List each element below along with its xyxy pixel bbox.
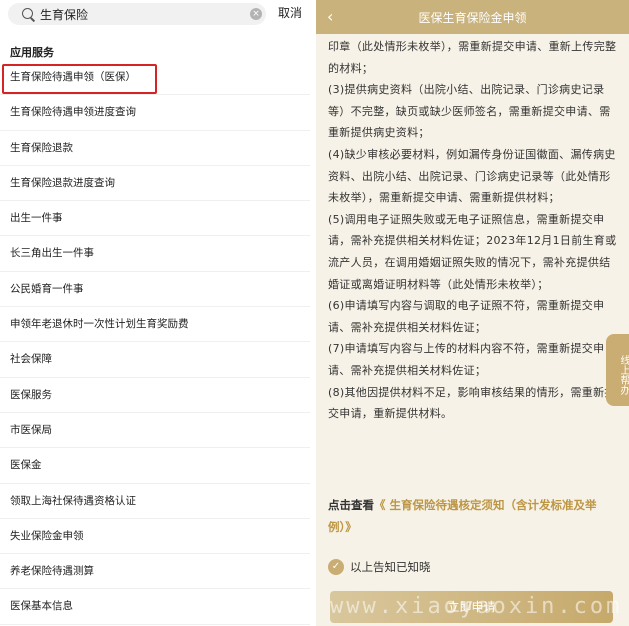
section-title: 应用服务: [10, 46, 54, 59]
list-item-label: 长三角出生一件事: [10, 247, 94, 260]
list-item-label: 市医保局: [10, 423, 52, 436]
list-item[interactable]: 生育保险退款: [0, 131, 310, 166]
notice-paragraph: (3)提供病史资料（出院小结、出院记录、门诊病史记录等）不完整，缺页或缺少医师签…: [328, 83, 611, 140]
list-item-label: 公民婚育一件事: [10, 282, 84, 295]
list-item-label: 出生一件事: [10, 212, 63, 225]
cancel-button[interactable]: 取消: [278, 4, 302, 21]
list-item[interactable]: 医保服务: [0, 378, 310, 413]
list-item[interactable]: 申领年老退休时一次性计划生育奖励费: [0, 307, 310, 343]
list-item-label: 领取上海社保待遇资格认证: [10, 494, 136, 507]
list-item[interactable]: 社会保障: [0, 342, 310, 378]
notice-link-row: 点击查看《 生育保险待遇核定须知（含计发标准及举例）》: [328, 494, 618, 538]
results-list: 生育保险待遇申领（医保） 生育保险待遇申领进度查询 生育保险退款 生育保险退款进…: [0, 60, 310, 625]
list-item-label: 社会保障: [10, 353, 52, 366]
search-icon: [22, 8, 33, 19]
list-item-label: 生育保险退款进度查询: [10, 176, 115, 189]
list-item[interactable]: 出生一件事: [0, 201, 310, 237]
header-bar: ‹ 医保生育保险金申领: [316, 0, 629, 34]
list-item-label: 申领年老退休时一次性计划生育奖励费: [10, 318, 189, 331]
list-item-label: 医保服务: [10, 388, 52, 401]
check-circle-icon[interactable]: ✓: [328, 559, 344, 575]
list-item[interactable]: 失业保险金申领: [0, 519, 310, 555]
list-item[interactable]: 养老保险待遇测算: [0, 554, 310, 590]
search-input[interactable]: [40, 5, 245, 23]
detail-pane: ‹ 医保生育保险金申领 印章（此处情形未枚举），需重新提交申请、重新上传完整的材…: [316, 0, 629, 626]
highlight-box: [2, 64, 157, 94]
clear-icon[interactable]: ×: [250, 8, 262, 20]
notice-paragraph: (6)申请填写内容与调取的电子证照不符，需重新提交申请、需补充提供相关材料佐证；: [328, 299, 605, 334]
list-item-label: 医保金: [10, 459, 42, 472]
notice-paragraph: (7)申请填写内容与上传的材料内容不符，需重新提交申请、需补充提供相关材料佐证；: [328, 342, 605, 377]
list-item-label: 医保基本信息: [10, 600, 73, 613]
list-item[interactable]: 生育保险退款进度查询: [0, 166, 310, 202]
list-item-label: 失业保险金申领: [10, 529, 84, 542]
agree-label: 以上告知已知晓: [350, 560, 431, 574]
online-help-tab[interactable]: 线上帮办: [606, 334, 629, 406]
list-item[interactable]: 医保基本信息: [0, 589, 310, 625]
notice-lead: 点击查看: [328, 498, 374, 512]
notice-paragraph: (8)其他因提供材料不足，影响审核结果的情形，需重新提交申请，重新提供材料。: [328, 385, 616, 421]
list-item[interactable]: 领取上海社保待遇资格认证: [0, 484, 310, 519]
list-item[interactable]: 市医保局: [0, 413, 310, 449]
list-item-label: 生育保险待遇申领进度查询: [10, 106, 136, 119]
notice-content: 印章（此处情形未枚举），需重新提交申请、重新上传完整的材料； (3)提供病史资料…: [328, 36, 618, 425]
notice-paragraph: (4)缺少审核必要材料，例如漏传身份证国徽面、漏传病史资料、出院小结、出院记录、…: [328, 147, 616, 205]
search-bar[interactable]: ×: [8, 3, 266, 25]
apply-button[interactable]: 立即申请: [330, 591, 613, 623]
notice-paragraph: (5)调用电子证照失败或无电子证照信息，需重新提交申请，需补充提供相关材料佐证；…: [328, 212, 617, 291]
list-item[interactable]: 长三角出生一件事: [0, 236, 310, 272]
notice-paragraph: 印章（此处情形未枚举），需重新提交申请、重新上传完整的材料；: [328, 40, 617, 75]
list-item[interactable]: 公民婚育一件事: [0, 272, 310, 308]
list-item[interactable]: 医保金: [0, 448, 310, 484]
list-item-label: 生育保险退款: [10, 141, 73, 154]
search-results-pane: × 取消 应用服务 生育保险待遇申领（医保） 生育保险待遇申领进度查询 生育保险…: [0, 0, 310, 626]
page-title: 医保生育保险金申领: [418, 11, 527, 25]
list-item[interactable]: 生育保险待遇申领进度查询: [0, 95, 310, 131]
list-item-label: 养老保险待遇测算: [10, 565, 94, 578]
